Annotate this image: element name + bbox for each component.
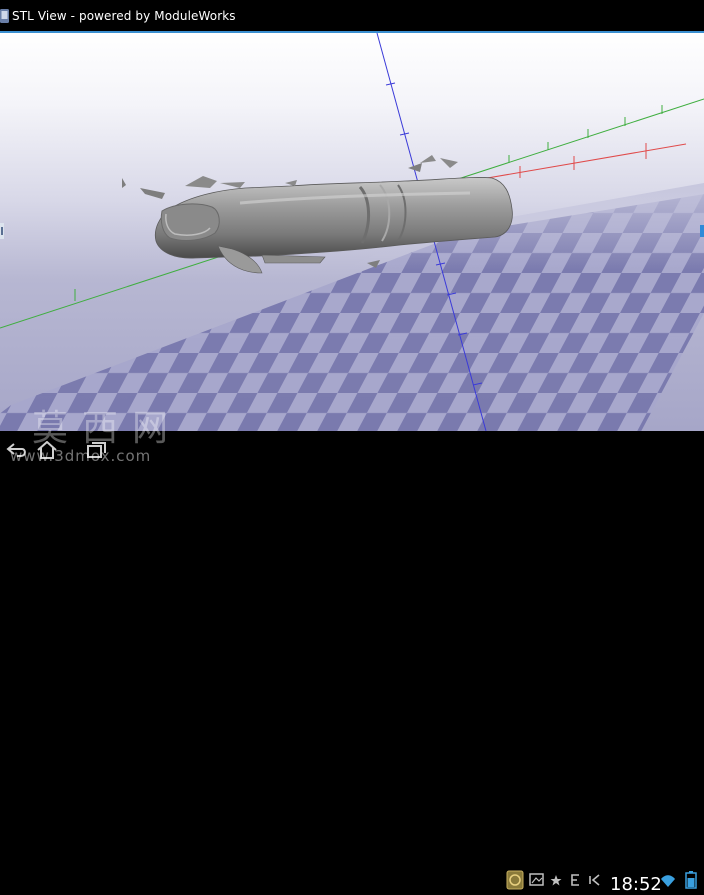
notification-app-icon[interactable] xyxy=(506,870,524,890)
image-icon[interactable] xyxy=(529,870,545,890)
e-icon[interactable] xyxy=(569,870,581,890)
watermark-chinese: 莫西网 xyxy=(32,408,183,449)
title-bar: STL View - powered by ModuleWorks xyxy=(0,0,704,33)
wifi-icon[interactable] xyxy=(660,870,676,890)
battery-icon[interactable] xyxy=(681,870,701,890)
watermark-url: www.3dmox.com xyxy=(10,447,152,465)
star-icon[interactable] xyxy=(550,870,562,890)
usb-icon[interactable] xyxy=(589,870,601,890)
scene-canvas[interactable] xyxy=(0,33,704,431)
x-axis xyxy=(469,143,687,182)
left-edge-marker xyxy=(0,223,4,239)
status-clock: 18:52 xyxy=(610,874,662,895)
stl-3d-viewport[interactable] xyxy=(0,33,704,431)
app-icon xyxy=(0,9,9,23)
right-edge-marker xyxy=(700,225,704,237)
window-title: STL View - powered by ModuleWorks xyxy=(12,9,236,23)
